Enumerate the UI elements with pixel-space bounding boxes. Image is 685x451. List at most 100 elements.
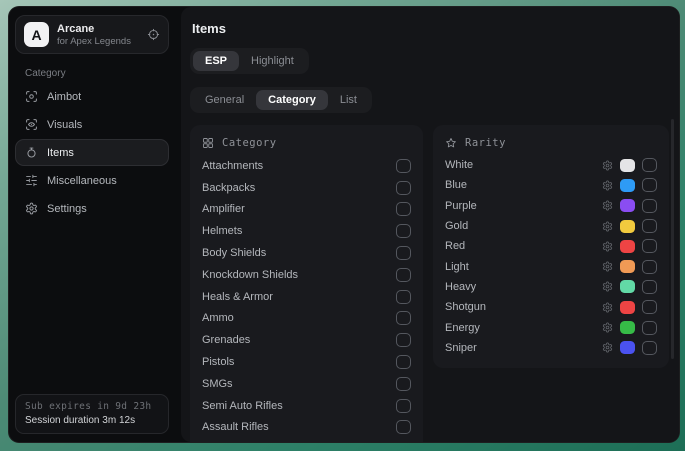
category-label: Grenades: [202, 334, 396, 346]
category-label: Amplifier: [202, 203, 396, 215]
tab-general[interactable]: General: [193, 90, 256, 110]
checkbox[interactable]: [396, 420, 411, 434]
rarity-panel: Rarity WhiteBluePurpleGoldRedLightHeavyS…: [433, 125, 669, 368]
category-row-pistols: Pistols: [202, 351, 411, 373]
color-swatch[interactable]: [620, 220, 635, 233]
gear-icon[interactable]: [602, 160, 613, 171]
main-panel: Items ESPHighlight GeneralCategoryList C…: [181, 7, 679, 442]
category-row-amplifier: Amplifier: [202, 199, 411, 221]
crosshair-icon: [25, 90, 38, 103]
color-swatch[interactable]: [620, 301, 635, 314]
sidebar-item-settings[interactable]: Settings: [15, 195, 169, 222]
checkbox[interactable]: [642, 158, 657, 172]
sidebar-section-label: Category: [25, 68, 169, 79]
category-label: SMGs: [202, 378, 396, 390]
checkbox[interactable]: [396, 355, 411, 369]
category-label: Semi Auto Rifles: [202, 400, 396, 412]
category-row-body-shields: Body Shields: [202, 242, 411, 264]
checkbox[interactable]: [642, 219, 657, 233]
tab-list[interactable]: List: [328, 90, 369, 110]
rarity-label: White: [445, 159, 602, 171]
rarity-row-sniper: Sniper: [445, 338, 657, 358]
sliders-icon: [25, 174, 38, 187]
checkbox[interactable]: [396, 268, 411, 282]
category-label: Body Shields: [202, 247, 396, 259]
category-label: Pistols: [202, 356, 396, 368]
category-row-lmgs: LMGs: [202, 438, 411, 442]
checkbox[interactable]: [396, 399, 411, 413]
checkbox[interactable]: [642, 341, 657, 355]
checkbox[interactable]: [396, 246, 411, 260]
color-swatch[interactable]: [620, 341, 635, 354]
tab-esp[interactable]: ESP: [193, 51, 239, 71]
gear-icon[interactable]: [602, 200, 613, 211]
scan-eye-icon: [25, 118, 38, 131]
color-swatch[interactable]: [620, 240, 635, 253]
sidebar-item-visuals[interactable]: Visuals: [15, 111, 169, 138]
gear-icon[interactable]: [602, 302, 613, 313]
color-swatch[interactable]: [620, 260, 635, 273]
app-header: A Arcane for Apex Legends: [15, 15, 169, 54]
checkbox[interactable]: [396, 159, 411, 173]
checkbox[interactable]: [396, 224, 411, 238]
tab-highlight[interactable]: Highlight: [239, 51, 306, 71]
rarity-row-red: Red: [445, 236, 657, 256]
checkbox[interactable]: [642, 199, 657, 213]
gear-icon[interactable]: [602, 281, 613, 292]
checkbox[interactable]: [396, 181, 411, 195]
gear-icon[interactable]: [602, 261, 613, 272]
rarity-row-blue: Blue: [445, 175, 657, 195]
rarity-row-heavy: Heavy: [445, 277, 657, 297]
rarity-row-shotgun: Shotgun: [445, 297, 657, 317]
sidebar: A Arcane for Apex Legends Category Aimbo…: [9, 7, 175, 442]
category-label: Helmets: [202, 225, 396, 237]
category-label: Backpacks: [202, 182, 396, 194]
sidebar-item-items[interactable]: Items: [15, 139, 169, 166]
color-swatch[interactable]: [620, 280, 635, 293]
subscription-info: Sub expires in 9d 23h Session duration 3…: [15, 394, 169, 434]
app-logo: A: [24, 22, 49, 47]
checkbox[interactable]: [396, 311, 411, 325]
category-row-backpacks: Backpacks: [202, 177, 411, 199]
color-swatch[interactable]: [620, 159, 635, 172]
color-swatch[interactable]: [620, 199, 635, 212]
checkbox[interactable]: [642, 260, 657, 274]
rarity-panel-title: Rarity: [465, 137, 506, 149]
target-icon[interactable]: [147, 28, 160, 41]
checkbox[interactable]: [642, 280, 657, 294]
category-panel-title: Category: [222, 137, 277, 149]
sidebar-item-label: Aimbot: [47, 91, 81, 103]
scrollbar[interactable]: [671, 119, 674, 359]
category-row-helmets: Helmets: [202, 220, 411, 242]
color-swatch[interactable]: [620, 179, 635, 192]
checkbox[interactable]: [642, 321, 657, 335]
checkbox[interactable]: [642, 300, 657, 314]
checkbox[interactable]: [396, 377, 411, 391]
rarity-label: Blue: [445, 179, 602, 191]
gear-icon[interactable]: [602, 241, 613, 252]
checkbox[interactable]: [642, 239, 657, 253]
session-duration-text: Session duration 3m 12s: [25, 415, 159, 426]
color-swatch[interactable]: [620, 321, 635, 334]
rarity-label: Shotgun: [445, 301, 602, 313]
category-row-ammo: Ammo: [202, 308, 411, 330]
gear-icon[interactable]: [602, 221, 613, 232]
gear-icon[interactable]: [602, 180, 613, 191]
gear-icon[interactable]: [602, 342, 613, 353]
sub-expiry-text: Sub expires in 9d 23h: [25, 401, 159, 412]
checkbox[interactable]: [642, 178, 657, 192]
category-label: Heals & Armor: [202, 291, 396, 303]
checkbox[interactable]: [396, 202, 411, 216]
sidebar-item-miscellaneous[interactable]: Miscellaneous: [15, 167, 169, 194]
page-title: Items: [192, 21, 669, 36]
gear-icon[interactable]: [602, 322, 613, 333]
checkbox[interactable]: [396, 333, 411, 347]
category-label: Ammo: [202, 312, 396, 324]
sidebar-item-aimbot[interactable]: Aimbot: [15, 83, 169, 110]
panels: Category AttachmentsBackpacksAmplifierHe…: [190, 125, 669, 442]
rarity-row-energy: Energy: [445, 317, 657, 337]
checkbox[interactable]: [396, 290, 411, 304]
mode-tabs: ESPHighlight: [190, 48, 309, 74]
grid-icon: [202, 137, 214, 149]
tab-category[interactable]: Category: [256, 90, 328, 110]
